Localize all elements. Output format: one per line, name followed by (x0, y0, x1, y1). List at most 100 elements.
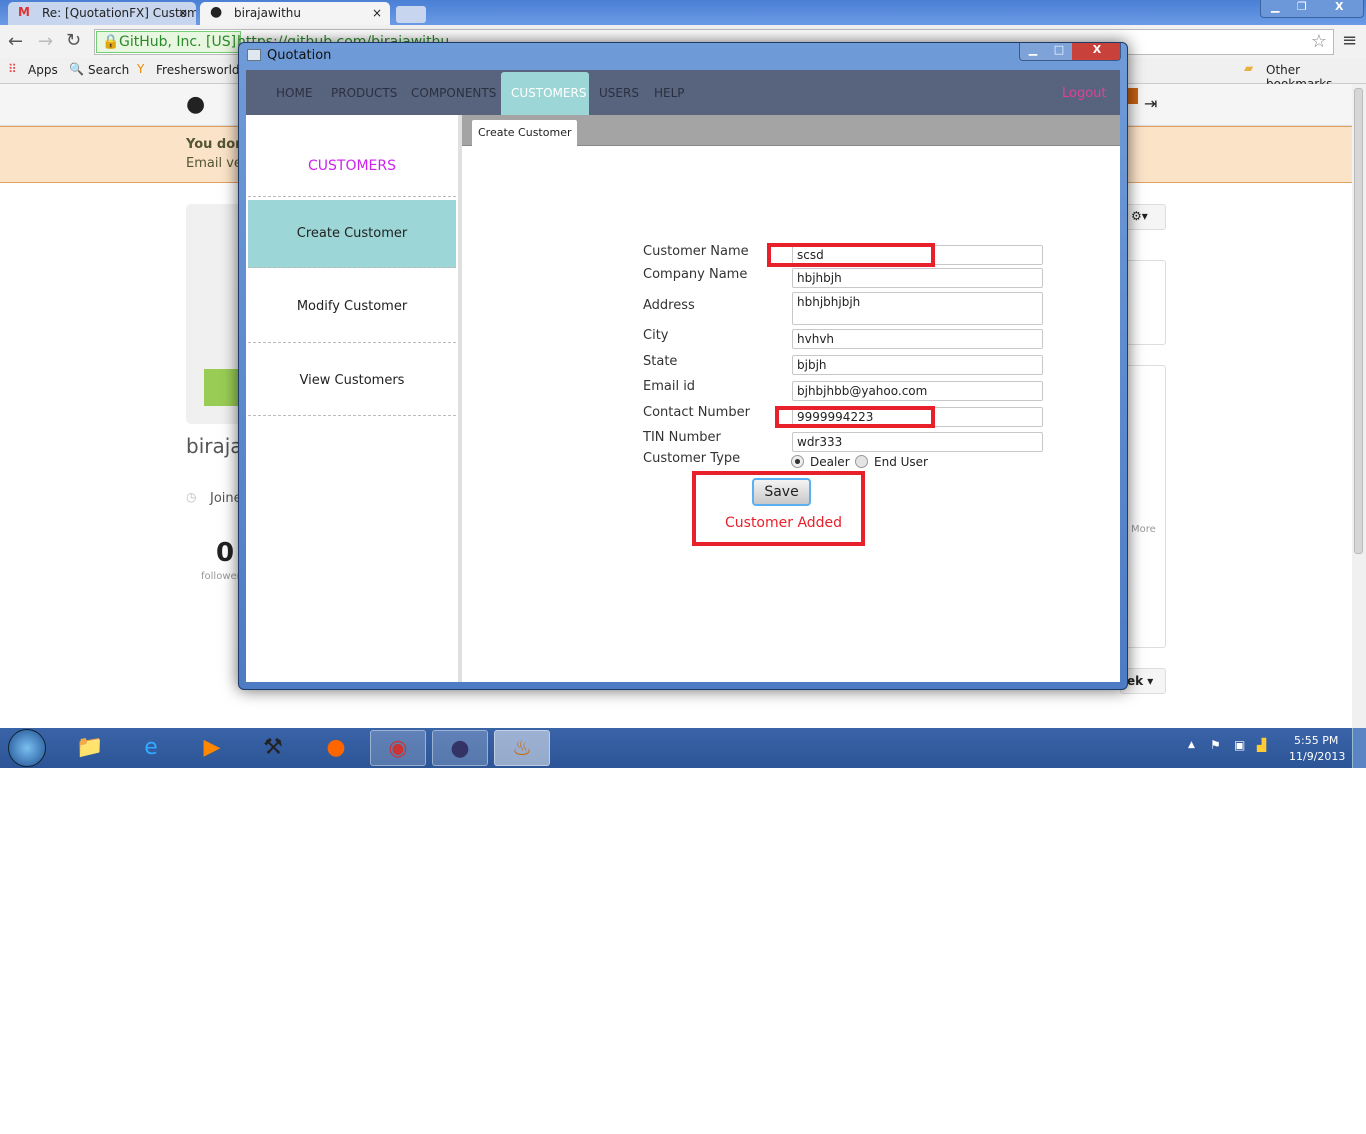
internet-explorer-icon[interactable]: e (123, 730, 179, 766)
more-link[interactable]: More (1131, 524, 1156, 535)
main-nav: HOME PRODUCTS COMPONENTS CUSTOMERS USERS… (246, 70, 1120, 115)
sidebar-item-modify-customer[interactable]: Modify Customer (248, 271, 456, 343)
bookmark-apps[interactable]: Apps (28, 63, 58, 77)
close-icon[interactable]: X (1335, 0, 1343, 13)
scroll-thumb[interactable] (1354, 88, 1363, 554)
nav-users[interactable]: USERS (599, 86, 639, 100)
nav-products[interactable]: PRODUCTS (331, 86, 397, 100)
close-icon[interactable]: X (1072, 43, 1120, 60)
banner-title: You don (186, 137, 245, 152)
close-icon[interactable]: × (372, 6, 382, 20)
chrome-icon[interactable]: ◉ (370, 730, 426, 766)
media-player-icon[interactable]: ▶ (184, 730, 240, 766)
folder-icon: ▰ (1244, 61, 1254, 75)
logout-link[interactable]: Logout (1062, 86, 1107, 101)
explorer-icon[interactable]: 📁 (62, 730, 118, 766)
nav-customers-label: CUSTOMERS (511, 86, 587, 100)
clock-date[interactable]: 11/9/2013 (1289, 750, 1345, 763)
java-icon[interactable]: ♨ (494, 730, 550, 766)
forward-icon[interactable]: → (38, 31, 53, 52)
eclipse-icon[interactable]: ● (432, 730, 488, 766)
annotation-box (775, 406, 935, 428)
maximize-icon[interactable]: □ (1046, 43, 1072, 60)
app-icon (247, 49, 261, 61)
tab-create-customer[interactable]: Create Customer (472, 120, 578, 146)
label-city: City (643, 328, 669, 343)
tab-bar: Create Customer (462, 115, 1120, 146)
label-tin-number: TIN Number (643, 430, 721, 445)
tools-icon[interactable]: ⚒ (245, 730, 301, 766)
annotation-box (692, 471, 865, 546)
flag-icon[interactable]: ⚑ (1210, 738, 1221, 752)
tab-title: Re: [QuotationFX] Custom (42, 6, 196, 20)
minimize-icon[interactable]: ▁ (1020, 43, 1046, 60)
start-button[interactable] (8, 729, 46, 767)
browser-tab-strip: M Re: [QuotationFX] Custom × ● birajawith… (0, 0, 1366, 25)
notification-icon[interactable] (1128, 88, 1138, 104)
star-icon[interactable]: ☆ (1311, 31, 1327, 52)
label-state: State (643, 354, 678, 369)
new-tab-button[interactable] (396, 6, 426, 23)
browser-tab-github[interactable]: ● birajawithu × (200, 2, 390, 25)
radio-dealer-label: Dealer (810, 455, 850, 469)
signal-icon[interactable]: ▟ (1257, 738, 1266, 752)
show-hidden-icons[interactable]: ▲ (1188, 740, 1195, 750)
sign-out-icon[interactable]: ⇥ (1144, 94, 1157, 113)
address-textarea[interactable]: hbhjbhjbjh (792, 292, 1043, 325)
bookmark-freshersworld[interactable]: Freshersworld.c (156, 63, 250, 77)
sidebar-title: CUSTOMERS (248, 115, 456, 197)
browser-tab-gmail[interactable]: M Re: [QuotationFX] Custom × (8, 2, 196, 25)
bookmark-search[interactable]: Search (88, 63, 129, 77)
security-badge[interactable]: 🔒 GitHub, Inc. [US] (96, 31, 242, 53)
label-company-name: Company Name (643, 267, 748, 282)
reload-icon[interactable]: ↻ (66, 30, 81, 51)
window-title: Quotation (267, 48, 332, 63)
back-icon[interactable]: ← (8, 31, 23, 52)
tab-title: birajawithu (234, 6, 301, 20)
radio-dealer[interactable] (791, 455, 804, 468)
page-scrollbar[interactable] (1352, 84, 1366, 728)
label-contact-number: Contact Number (643, 405, 750, 420)
followers-label: follower (201, 571, 241, 582)
window-controls: ▁ □ X (1019, 43, 1121, 61)
restore-icon[interactable]: ❐ (1297, 0, 1307, 13)
annotation-box (767, 243, 935, 267)
nav-customers-active[interactable]: CUSTOMERS (501, 72, 589, 115)
joined-text: Joine (210, 491, 242, 506)
close-icon[interactable]: × (178, 6, 188, 20)
email-input[interactable]: bjhbjhbb@yahoo.com (792, 381, 1043, 401)
radio-end-user[interactable] (855, 455, 868, 468)
apps-icon: ⠿ (8, 62, 17, 76)
show-desktop-button[interactable] (1352, 728, 1366, 768)
menu-icon[interactable]: ≡ (1342, 30, 1357, 51)
nav-components[interactable]: COMPONENTS (411, 86, 496, 100)
tin-number-input[interactable]: wdr333 (792, 432, 1043, 452)
firefox-icon[interactable]: ● (308, 730, 364, 766)
company-name-input[interactable]: hbjhbjh (792, 268, 1043, 288)
followers-count[interactable]: 0 (216, 538, 234, 568)
github-icon: ● (210, 4, 223, 20)
label-address: Address (643, 298, 695, 313)
avatar (186, 204, 246, 424)
taskbar: 📁 e ▶ ⚒ ● ◉ ● ♨ ▲ ⚑ ▣ ▟ 5:55 PM 11/9/201… (0, 728, 1366, 768)
github-logo-icon[interactable]: ● (186, 92, 205, 117)
label-email: Email id (643, 379, 696, 394)
search-icon: 🔍 (69, 62, 84, 76)
city-input[interactable]: hvhvh (792, 329, 1043, 349)
minimize-icon[interactable]: ▁ (1271, 0, 1279, 13)
state-input[interactable]: bjbjh (792, 355, 1043, 375)
period-label: ek (1127, 674, 1144, 688)
label-customer-type: Customer Type (643, 451, 741, 466)
gear-icon: ⚙▾ (1131, 209, 1148, 223)
freshersworld-icon: Y (137, 62, 145, 76)
sidebar-item-view-customers[interactable]: View Customers (248, 343, 456, 416)
sidebar-item-create-customer[interactable]: Create Customer (248, 200, 456, 268)
network-icon[interactable]: ▣ (1234, 738, 1245, 752)
security-label: GitHub, Inc. [US] (119, 34, 237, 50)
clock-time[interactable]: 5:55 PM (1294, 734, 1338, 747)
nav-home[interactable]: HOME (276, 86, 312, 100)
customers-sidebar: CUSTOMERS Create Customer Modify Custome… (246, 115, 458, 682)
gmail-icon: M (18, 5, 30, 19)
browser-window-controls: ▁ ❐ X (1260, 0, 1364, 18)
nav-help[interactable]: HELP (654, 86, 685, 100)
